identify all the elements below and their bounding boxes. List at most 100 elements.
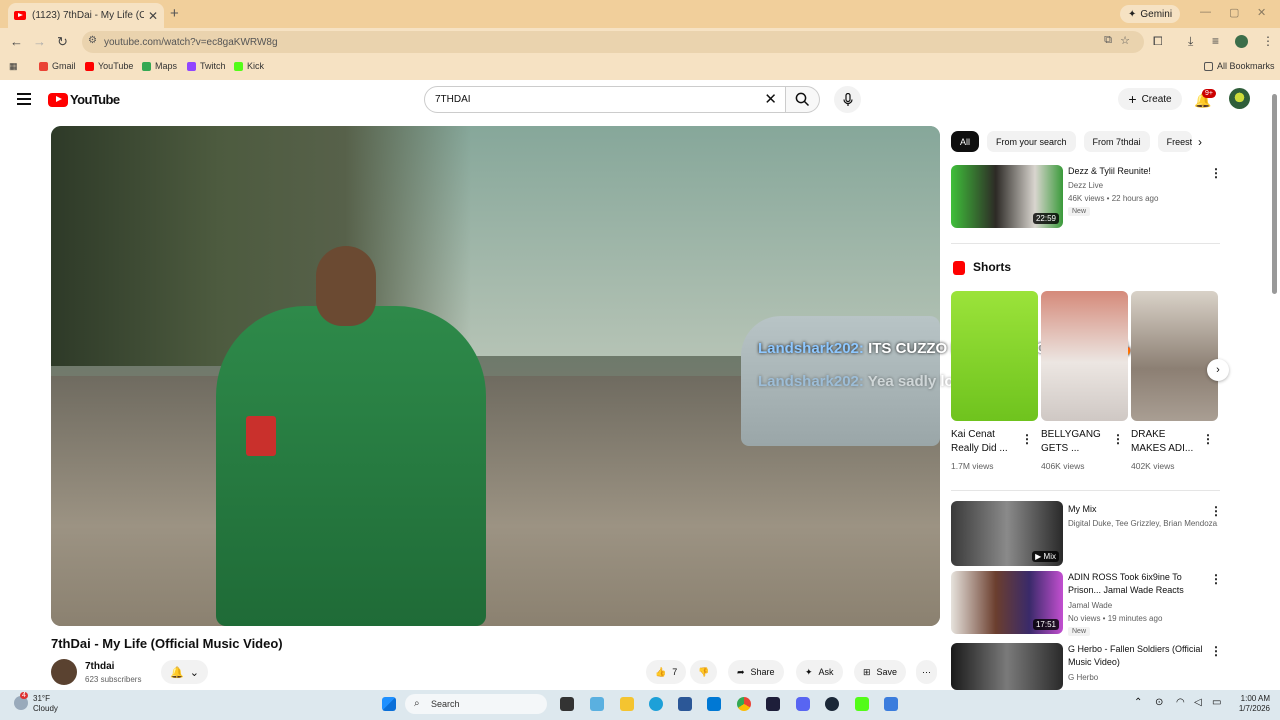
create-button[interactable]: + Create xyxy=(1118,88,1182,110)
chevron-up-icon[interactable]: ⌃ xyxy=(1134,697,1142,708)
search-button[interactable] xyxy=(786,86,820,113)
scrollbar-thumb[interactable] xyxy=(1272,94,1277,294)
maximize-icon[interactable]: ▢ xyxy=(1229,6,1239,19)
taskbar-search[interactable]: ⌕ Search xyxy=(405,694,547,714)
save-button[interactable]: ⊞ Save xyxy=(854,660,907,684)
video-thumbnail[interactable] xyxy=(951,643,1063,690)
related-video-title[interactable]: My Mix xyxy=(1068,503,1208,516)
ask-button[interactable]: ✦ Ask xyxy=(796,660,843,684)
more-options-icon[interactable]: ⋮ xyxy=(1210,504,1222,518)
bookmark-twitch[interactable]: Twitch xyxy=(187,61,226,71)
logo-text: YouTube xyxy=(70,92,120,107)
site-info-icon[interactable]: ⚙ xyxy=(88,35,97,46)
widgets-icon[interactable] xyxy=(590,697,604,711)
related-video-title[interactable]: ADIN ROSS Took 6ix9ine To Prison... Jama… xyxy=(1068,571,1208,597)
tray-app-icon[interactable]: ⊙ xyxy=(1155,697,1163,708)
address-bar[interactable]: ⚙ youtube.com/watch?v=ec8gaKWRW8g ⧉ ☆ xyxy=(82,31,1144,53)
browser-profile-avatar[interactable] xyxy=(1235,35,1248,48)
vscode-icon[interactable] xyxy=(766,697,780,711)
chrome-icon[interactable] xyxy=(737,697,751,711)
related-channel[interactable]: Dezz Live xyxy=(1068,181,1103,190)
forward-icon[interactable]: → xyxy=(33,34,46,49)
more-options-icon[interactable]: ⋮ xyxy=(1112,432,1124,446)
system-clock[interactable]: 1:00 AM 1/7/2026 xyxy=(1230,694,1270,714)
shorts-next-button[interactable]: › xyxy=(1207,359,1229,381)
minimize-icon[interactable]: — xyxy=(1200,6,1211,18)
close-tab-icon[interactable]: ✕ xyxy=(148,9,158,23)
notification-badge: 9+ xyxy=(1202,89,1216,98)
more-actions-button[interactable]: ⋯ xyxy=(916,660,937,684)
kick-app-icon[interactable] xyxy=(855,697,869,711)
bookmark-gmail[interactable]: Gmail xyxy=(39,61,76,71)
account-avatar[interactable] xyxy=(1229,88,1250,109)
short-thumbnail[interactable] xyxy=(1041,291,1128,421)
short-title[interactable]: Kai Cenat Really Did ... xyxy=(951,428,1023,456)
short-title[interactable]: BELLYGANG GETS ... xyxy=(1041,428,1113,456)
chip-from-search[interactable]: From your search xyxy=(987,131,1076,152)
file-explorer-icon[interactable] xyxy=(620,697,634,711)
bookmark-maps[interactable]: Maps xyxy=(142,61,177,71)
steam-icon[interactable] xyxy=(825,697,839,711)
browser-tab[interactable]: (1123) 7thDai - My Life (Official ✕ xyxy=(8,3,164,28)
wifi-icon[interactable]: ◠ xyxy=(1176,697,1185,708)
related-channel[interactable]: Jamal Wade xyxy=(1068,601,1112,610)
close-window-icon[interactable]: ✕ xyxy=(1257,6,1266,19)
voice-search-button[interactable] xyxy=(834,86,861,113)
mix-thumbnail[interactable]: ▶ Mix xyxy=(951,501,1063,566)
page-scrollbar[interactable] xyxy=(1270,86,1278,686)
reload-icon[interactable]: ↻ xyxy=(57,34,68,50)
hamburger-menu-icon[interactable] xyxy=(17,93,31,108)
search-input[interactable]: 7THDAI ✕ xyxy=(424,86,786,113)
apps-grid-icon[interactable]: ▦ xyxy=(9,61,18,72)
reading-list-icon[interactable]: ≡ xyxy=(1212,34,1219,48)
channel-name[interactable]: 7thdai xyxy=(85,661,114,672)
gemini-button[interactable]: ✦ Gemini xyxy=(1120,5,1181,23)
all-bookmarks[interactable]: All Bookmarks xyxy=(1204,61,1275,71)
clear-search-icon[interactable]: ✕ xyxy=(764,90,777,108)
search-icon xyxy=(795,92,810,107)
related-channel[interactable]: G Herbo xyxy=(1068,673,1098,682)
store-icon[interactable] xyxy=(678,697,692,711)
short-title[interactable]: DRAKE MAKES ADI... xyxy=(1131,428,1203,456)
edge-icon[interactable] xyxy=(649,697,663,711)
task-view-icon[interactable] xyxy=(560,697,574,711)
extensions-icon[interactable]: ⧠ xyxy=(1153,34,1163,49)
youtube-logo[interactable]: YouTube xyxy=(48,92,120,107)
discord-icon[interactable] xyxy=(796,697,810,711)
download-icon[interactable]: ⤓ xyxy=(1188,34,1193,49)
related-video-title[interactable]: G Herbo - Fallen Soldiers (Official Musi… xyxy=(1068,643,1208,669)
chevron-right-icon[interactable]: › xyxy=(1198,135,1202,149)
more-options-icon[interactable]: ⋮ xyxy=(1210,644,1222,658)
more-options-icon[interactable]: ⋮ xyxy=(1202,432,1214,446)
url-text: youtube.com/watch?v=ec8gaKWRW8g xyxy=(104,36,278,48)
chip-from-channel[interactable]: From 7thdai xyxy=(1083,131,1150,152)
app-icon[interactable] xyxy=(884,697,898,711)
related-video-title[interactable]: Dezz & Tylil Reunite! xyxy=(1068,165,1208,178)
chip-freestyle[interactable]: Freest xyxy=(1157,131,1192,152)
bookmark-star-icon[interactable]: ☆ xyxy=(1120,34,1130,47)
chip-all[interactable]: All xyxy=(951,131,980,152)
subscribed-button[interactable]: 🔔 ⌄ xyxy=(161,660,208,684)
channel-avatar[interactable] xyxy=(51,659,77,685)
bookmark-youtube[interactable]: YouTube xyxy=(85,61,133,71)
short-thumbnail[interactable] xyxy=(951,291,1038,421)
new-tab-icon[interactable]: + xyxy=(170,5,179,22)
battery-icon[interactable]: ▭ xyxy=(1212,697,1221,708)
share-button[interactable]: ➦ Share xyxy=(728,660,784,684)
video-thumbnail[interactable]: 17:51 xyxy=(951,571,1063,634)
short-thumbnail[interactable] xyxy=(1131,291,1218,421)
menu-kebab-icon[interactable]: ⋮ xyxy=(1262,34,1274,48)
install-icon[interactable]: ⧉ xyxy=(1104,34,1112,47)
outlook-icon[interactable] xyxy=(707,697,721,711)
volume-icon[interactable]: ◁ xyxy=(1194,697,1202,708)
back-icon[interactable]: ← xyxy=(10,34,23,49)
weather-widget[interactable]: 31°F Cloudy xyxy=(33,694,58,714)
more-options-icon[interactable]: ⋮ xyxy=(1210,572,1222,586)
more-options-icon[interactable]: ⋮ xyxy=(1021,432,1033,446)
more-options-icon[interactable]: ⋮ xyxy=(1210,166,1222,180)
dislike-button[interactable]: 👎 xyxy=(690,660,718,684)
bookmark-kick[interactable]: Kick xyxy=(234,61,264,71)
video-thumbnail[interactable]: 22:59 xyxy=(951,165,1063,228)
windows-start-icon[interactable] xyxy=(382,697,396,711)
like-button[interactable]: 👍 7 xyxy=(646,660,687,684)
